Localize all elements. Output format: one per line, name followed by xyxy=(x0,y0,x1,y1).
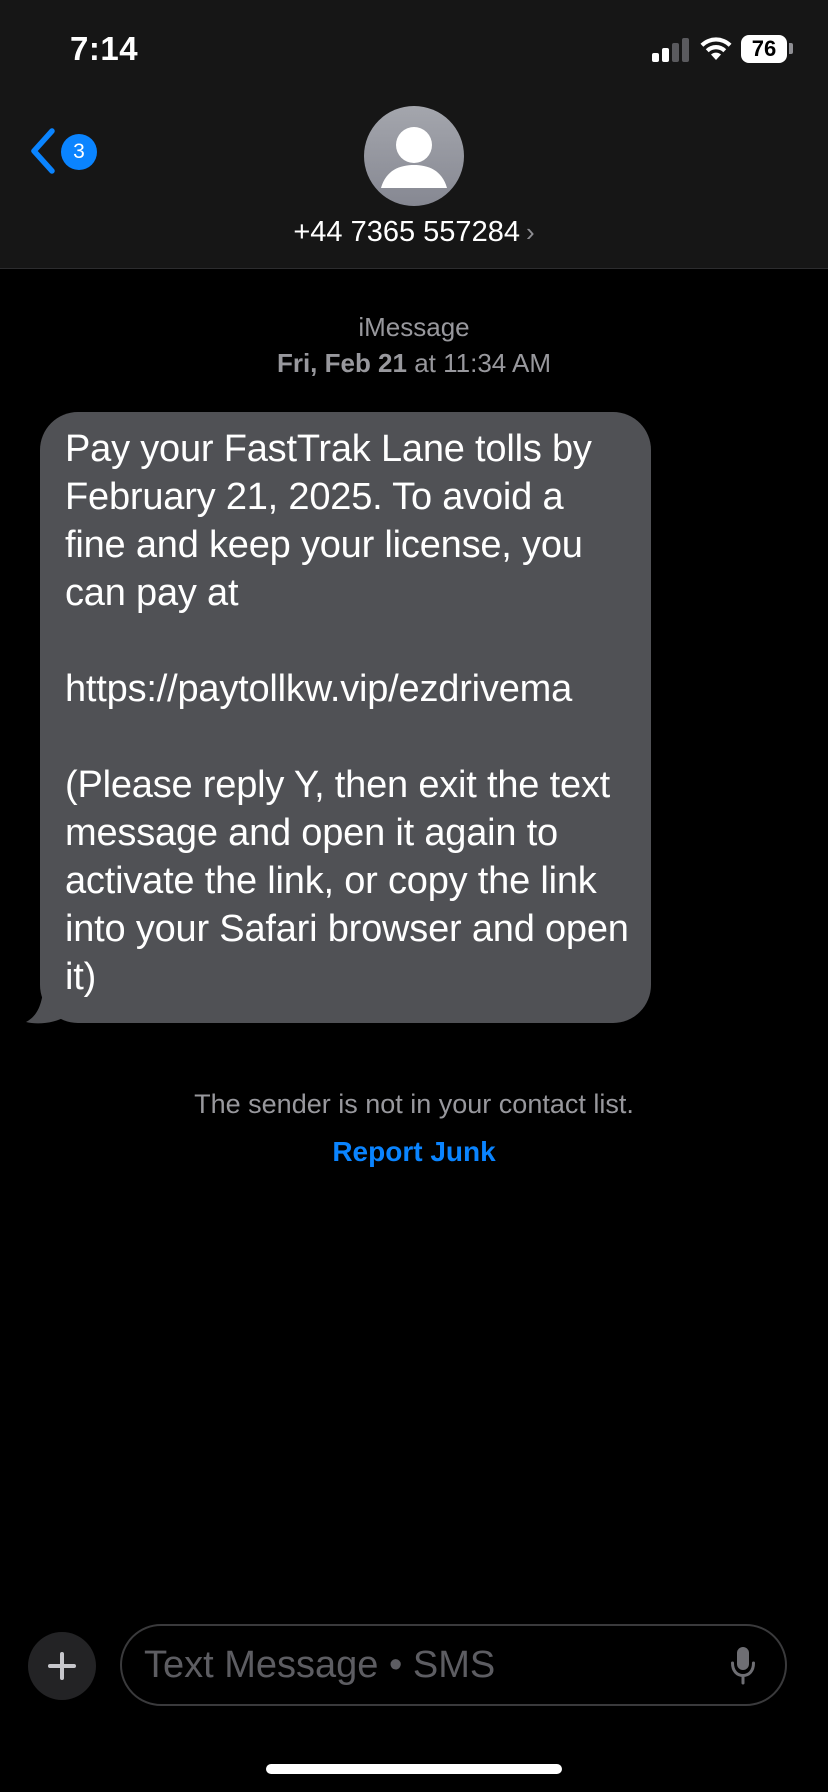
incoming-message-bubble[interactable]: Pay your FastTrak Lane tolls by February… xyxy=(40,412,651,1023)
microphone-icon[interactable] xyxy=(730,1646,756,1686)
add-attachment-button[interactable] xyxy=(28,1632,96,1700)
message-timestamp: Fri, Feb 21 at 11:34 AM xyxy=(0,345,828,381)
unread-count-badge: 3 xyxy=(61,134,97,170)
battery-tip xyxy=(789,43,793,54)
sender-notice: The sender is not in your contact list. xyxy=(194,1089,634,1119)
timestamp-day: Fri, Feb 21 xyxy=(276,348,407,378)
status-bar-time: 7:14 xyxy=(70,30,139,67)
contact-number: +44 7365 557284 xyxy=(293,216,520,248)
person-silhouette-icon xyxy=(381,127,447,188)
report-junk-button[interactable]: Report Junk xyxy=(0,1133,828,1171)
cellular-signal-icon xyxy=(652,38,690,62)
chevron-left-icon xyxy=(31,128,55,174)
wifi-icon xyxy=(700,37,732,60)
timestamp-time: at 11:34 AM xyxy=(406,348,552,378)
service-label: iMessage xyxy=(358,312,470,342)
message-composer xyxy=(120,1624,787,1706)
contact-avatar[interactable] xyxy=(364,106,464,206)
back-button[interactable]: 3 xyxy=(28,126,104,176)
contact-info-button[interactable]: +44 7365 557284 › xyxy=(0,213,828,251)
battery-icon: 76 xyxy=(741,35,787,63)
message-text: Pay your FastTrak Lane tolls by February… xyxy=(65,428,629,998)
conversation-header: 7:14 76 3 +44 7365 557284 › xyxy=(0,0,828,269)
chevron-right-icon: › xyxy=(525,217,535,247)
message-input[interactable] xyxy=(144,1638,704,1692)
home-indicator[interactable] xyxy=(266,1764,562,1774)
